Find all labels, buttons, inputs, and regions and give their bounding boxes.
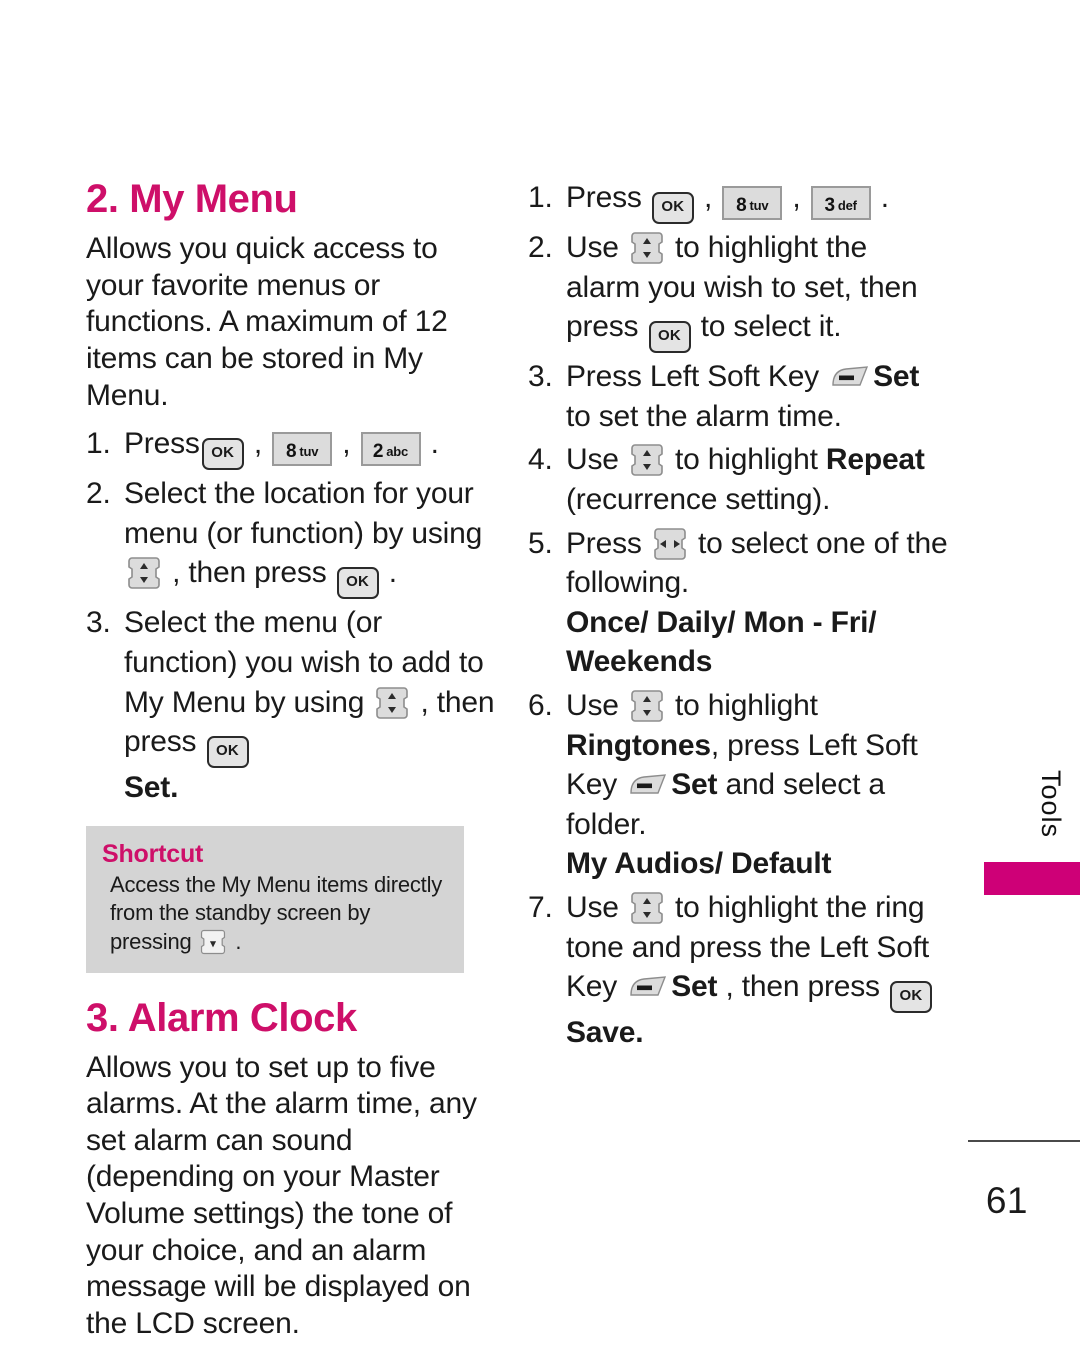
shortcut-title: Shortcut (102, 839, 204, 868)
left-soft-key-icon (628, 975, 668, 1001)
my-menu-step-3: 3. Select the menu (or function) you wis… (86, 603, 496, 807)
left-soft-key-icon (830, 365, 870, 391)
up-down-navigation-key-icon (375, 686, 409, 720)
key-8-tuv-icon: 8 tuv (272, 432, 333, 467)
down-navigation-key-icon (199, 929, 227, 955)
alarm-clock-intro-paragraph: Allows you to set up to five alarms. At … (86, 1050, 477, 1340)
section-title-alarm-clock: 3. Alarm Clock (86, 995, 357, 1040)
soft-key-label: Set (671, 768, 718, 802)
side-tab-bar (984, 862, 1080, 895)
footer-divider (968, 1140, 1080, 1142)
step-number: 1. (86, 427, 111, 461)
step-text: Press to select one of the following. On… (566, 524, 948, 682)
left-column: 2. My Menu Allows you quick access to yo… (86, 177, 496, 1352)
repeat-options-line-2: Weekends (566, 645, 713, 679)
alarm-step-6: 6. Use to highlight Ringtones, press Lef… (528, 686, 948, 884)
page-number: 61 (985, 1180, 1028, 1221)
step-text: Press Left Soft Key Set to set the alarm… (566, 360, 920, 433)
step-number: 4. (528, 443, 553, 477)
right-column: 1. Press OK , 8 tuv , 3 def . 2. Use to hi… (528, 178, 948, 1057)
shortcut-text: Access the My Menu items directly from t… (102, 871, 448, 957)
step-text: Use to highlight the alarm you wish to s… (566, 228, 948, 354)
key-3-def-icon: 3 def (810, 186, 871, 220)
my-menu-step-2: 2. Select the location for your menu (or… (86, 474, 496, 600)
step-3-set-label: Set. (124, 771, 179, 805)
up-down-navigation-key-icon (630, 891, 664, 925)
section-title-my-menu: 2. My Menu (86, 177, 298, 221)
soft-key-label: Set (671, 970, 718, 1004)
step-number: 2. (86, 477, 111, 511)
alarm-step-1: 1. Press OK , 8 tuv , 3 def . (528, 178, 948, 224)
folder-options-line: My Audios/ Default (566, 847, 832, 881)
step-text: Press OK , 8 tuv , 2 abc . (124, 424, 496, 471)
left-right-navigation-key-icon (653, 527, 687, 561)
save-label: Save. (566, 1016, 644, 1050)
alarm-step-5: 5. Press to select one of the following.… (528, 524, 948, 682)
alarm-step-7: 7. Use to highlight the ring tone and pr… (528, 888, 948, 1053)
step-text: Select the location for your menu (or fu… (124, 474, 496, 600)
step-number: 3. (86, 606, 111, 640)
up-down-navigation-key-icon (630, 231, 664, 265)
ringtones-label: Ringtones (566, 728, 711, 762)
step-number: 1. (528, 181, 553, 214)
alarm-step-2: 2. Use to highlight the alarm you wish t… (528, 228, 948, 354)
ok-key-icon: OK (648, 321, 691, 354)
alarm-step-4: 4. Use to highlight Repeat (recurrence s… (528, 440, 948, 519)
up-down-navigation-key-icon (630, 443, 664, 477)
key-2-abc-icon: 2 abc (360, 432, 421, 467)
step-text: Use to highlight the ring tone and press… (566, 888, 948, 1053)
shortcut-box: Shortcut Access the My Menu items direct… (86, 825, 464, 973)
step-number: 2. (528, 231, 553, 264)
side-tab-label-tools: Tools (1036, 770, 1066, 839)
ok-key-icon: OK (336, 567, 379, 600)
my-menu-step-1: 1. Press OK , 8 tuv , 2 abc . (86, 424, 496, 471)
step-number: 6. (528, 688, 553, 722)
step-text: Use to highlight Ringtones, press Left S… (566, 686, 948, 884)
key-8-tuv-icon: 8 tuv (722, 186, 783, 220)
manual-page: 2. My Menu Allows you quick access to yo… (0, 0, 1080, 1340)
step-text: Select the menu (or function) you wish t… (124, 603, 496, 807)
repeat-options-line-1: Once/ Daily/ Mon - Fri/ (566, 605, 877, 639)
step-number: 7. (528, 890, 553, 924)
step-text: Press OK , 8 tuv , 3 def . (566, 178, 948, 224)
shortcut-text-before: Access the My Menu items directly from t… (110, 871, 443, 954)
step-text: Use to highlight Repeat (recurrence sett… (566, 443, 925, 516)
repeat-label: Repeat (825, 443, 925, 477)
my-menu-intro-paragraph: Allows you quick access to your favorite… (86, 232, 448, 412)
step-number: 3. (528, 360, 553, 394)
shortcut-text-after: . (229, 928, 242, 954)
ok-key-icon: OK (206, 736, 249, 769)
left-soft-key-icon (628, 773, 668, 799)
ok-key-icon: OK (889, 981, 932, 1014)
alarm-step-3: 3. Press Left Soft Key Set to set the al… (528, 357, 948, 436)
up-down-navigation-key-icon (630, 689, 664, 723)
soft-key-label: Set (873, 360, 920, 394)
up-down-navigation-key-icon (127, 556, 161, 590)
ok-key-icon: OK (201, 438, 244, 471)
step-number: 5. (528, 526, 553, 560)
ok-key-icon: OK (651, 192, 694, 224)
